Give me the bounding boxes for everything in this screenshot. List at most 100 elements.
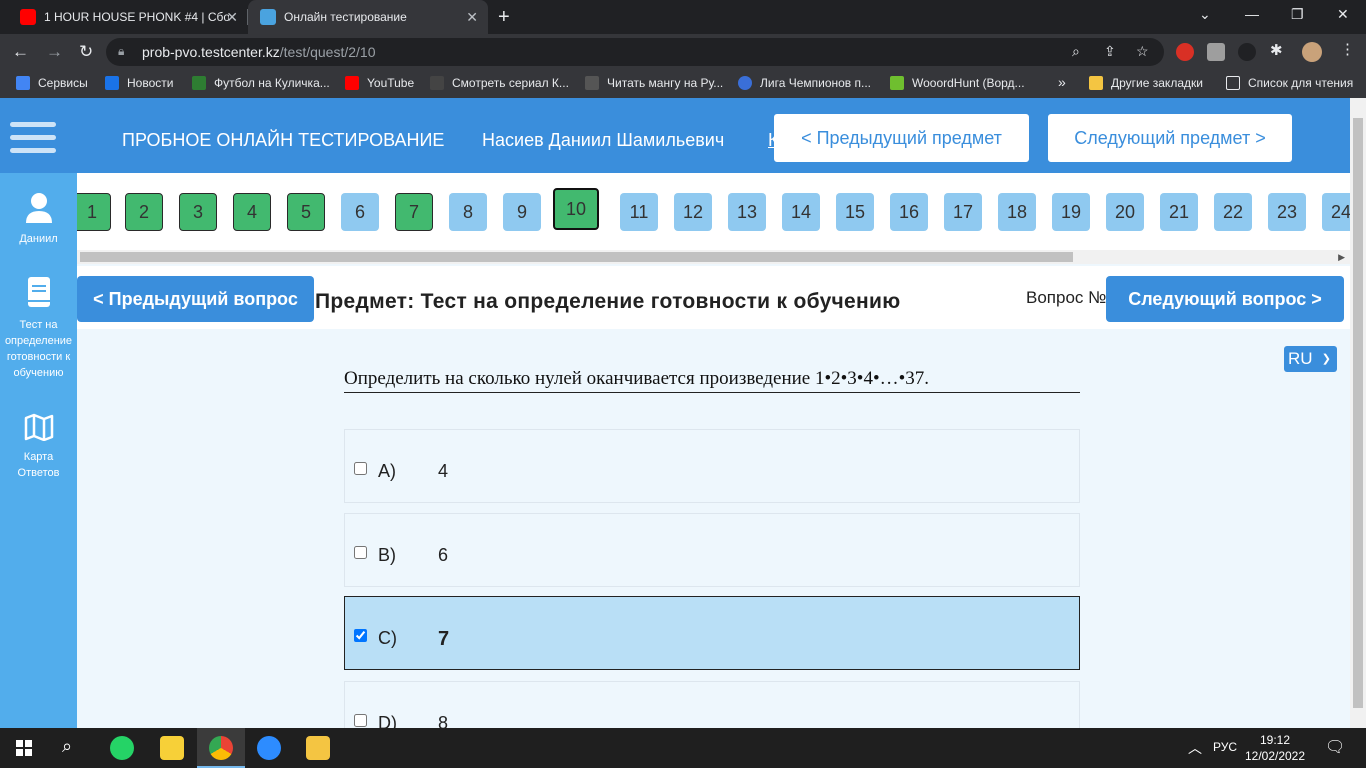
bookmark-champions[interactable]: Лига Чемпионов п... (738, 76, 871, 90)
question-number-button[interactable]: 9 (503, 193, 541, 231)
question-number-button[interactable]: 4 (233, 193, 271, 231)
file-explorer-icon[interactable] (306, 736, 330, 760)
question-number-button[interactable]: 8 (449, 193, 487, 231)
bookmark-wooordhunt[interactable]: WooordHunt (Ворд... (890, 76, 1025, 90)
bookmark-football[interactable]: Футбол на Куличка... (192, 76, 330, 90)
bookmark-star-icon[interactable]: ☆ (1136, 43, 1149, 60)
chrome-icon[interactable] (209, 736, 233, 760)
question-number-button[interactable]: 10 (553, 188, 599, 230)
profile-avatar[interactable] (1302, 42, 1322, 62)
vertical-scrollbar[interactable] (1350, 98, 1366, 728)
question-number-button[interactable]: 6 (341, 193, 379, 231)
question-number-button[interactable]: 3 (179, 193, 217, 231)
answer-checkbox[interactable] (354, 546, 367, 559)
tab-search-icon[interactable]: ⌄ (1199, 6, 1211, 23)
bookmark-news[interactable]: Новости (105, 76, 173, 90)
more-bookmarks[interactable]: » (1058, 74, 1066, 90)
question-number-button[interactable]: 22 (1214, 193, 1252, 231)
next-question-button[interactable]: Следующий вопрос > (1106, 276, 1344, 322)
minimize-icon[interactable]: — (1245, 6, 1259, 22)
zoom-icon[interactable]: ⌕ (1072, 43, 1080, 60)
new-tab-button[interactable]: + (498, 6, 510, 29)
wooordhunt-icon (890, 76, 904, 90)
input-language[interactable]: РУС (1213, 740, 1237, 754)
other-bookmarks[interactable]: Другие закладки (1089, 76, 1203, 90)
tab-testing[interactable]: Онлайн тестирование ✕ (248, 0, 488, 34)
question-number-button[interactable]: 17 (944, 193, 982, 231)
restore-icon[interactable]: ❐ (1291, 6, 1304, 23)
windows-start-icon[interactable] (16, 740, 32, 756)
sidebar-item-user[interactable]: Даниил (0, 191, 77, 245)
question-number-button[interactable]: 16 (890, 193, 928, 231)
horizontal-scrollbar[interactable]: ▶ (77, 250, 1350, 264)
forward-icon[interactable]: → (46, 42, 63, 62)
answer-option-d[interactable]: D) 8 (344, 681, 1080, 728)
scrollbar-thumb[interactable] (1353, 118, 1363, 708)
sticky-notes-icon[interactable] (160, 736, 184, 760)
question-number-button[interactable]: 14 (782, 193, 820, 231)
bookmark-serial[interactable]: Смотреть сериал К... (430, 76, 569, 90)
menu-icon[interactable]: ⋮ (1340, 40, 1358, 58)
reload-icon[interactable]: ↻ (79, 42, 93, 62)
language-select[interactable]: RU ❯ (1284, 346, 1337, 372)
question-number-button[interactable]: 19 (1052, 193, 1090, 231)
whatsapp-icon[interactable] (110, 736, 134, 760)
question-number-button[interactable]: 7 (395, 193, 433, 231)
question-number-button[interactable]: 13 (728, 193, 766, 231)
question-number-button[interactable]: 20 (1106, 193, 1144, 231)
notifications-icon[interactable]: 🗨︎ (1325, 737, 1345, 757)
adblock-icon[interactable] (1176, 43, 1194, 61)
share-icon[interactable]: ⇪ (1104, 43, 1116, 60)
question-number-button[interactable]: 18 (998, 193, 1036, 231)
search-icon[interactable]: ⌕ (62, 736, 72, 757)
user-name: Насиев Даниил Шамильевич (482, 130, 725, 150)
champions-icon (738, 76, 752, 90)
sidebar-item-answers-map[interactable]: Карта Ответов (0, 413, 77, 481)
answer-option-c[interactable]: C) 7 (344, 596, 1080, 670)
answer-checkbox[interactable] (354, 629, 367, 642)
answer-option-a[interactable]: A) 4 (344, 429, 1080, 503)
question-number-button[interactable]: 5 (287, 193, 325, 231)
sidebar-item-subject[interactable]: Тест на определение готовности к обучени… (0, 275, 77, 381)
question-number-button[interactable]: 24 (1322, 193, 1350, 231)
answer-checkbox[interactable] (354, 462, 367, 475)
close-tab-icon[interactable]: ✕ (226, 9, 238, 26)
reading-list-icon (1226, 76, 1240, 90)
tray-chevron-icon[interactable]: ︿ (1188, 738, 1202, 758)
answer-value: 7 (438, 628, 450, 650)
bookmark-services[interactable]: Сервисы (16, 76, 88, 90)
prev-subject-button[interactable]: < Предыдущий предмет (774, 114, 1029, 162)
question-number-button[interactable]: 21 (1160, 193, 1198, 231)
puzzle-icon[interactable]: ✱ (1270, 41, 1288, 59)
bookmark-manga[interactable]: Читать мангу на Ру... (585, 76, 723, 90)
cursor-extension-icon[interactable] (1238, 43, 1256, 61)
question-number-button[interactable]: 15 (836, 193, 874, 231)
zoom-app-icon[interactable] (257, 736, 281, 760)
hd-icon (430, 76, 444, 90)
address-bar[interactable]: 🔒︎ prob-pvo.testcenter.kz/test/quest/2/1… (106, 38, 1164, 66)
close-tab-icon[interactable]: ✕ (466, 9, 478, 26)
prev-question-button[interactable]: < Предыдущий вопрос (77, 276, 314, 322)
back-icon[interactable]: ← (12, 42, 29, 62)
answer-option-b[interactable]: B) 6 (344, 513, 1080, 587)
hamburger-menu-icon[interactable] (10, 122, 56, 161)
system-clock[interactable]: 19:12 12/02/2022 (1244, 732, 1306, 764)
reading-list[interactable]: Список для чтения (1226, 76, 1353, 90)
answer-checkbox[interactable] (354, 714, 367, 727)
question-number-button[interactable]: 2 (125, 193, 163, 231)
chevron-down-icon: ❯ (1321, 353, 1331, 365)
answer-letter: D) (378, 713, 397, 728)
browser-tab-strip: 1 HOUR HOUSE PHONK #4 | Сбо ✕ Онлайн тес… (0, 0, 1366, 34)
next-subject-button[interactable]: Следующий предмет > (1048, 114, 1292, 162)
extension-icon[interactable] (1207, 43, 1225, 61)
bookmark-youtube[interactable]: YouTube (345, 76, 414, 90)
question-number-button[interactable]: 11 (620, 193, 658, 231)
question-number-button[interactable]: 1 (77, 193, 111, 231)
sidebar-item-label: Даниил (19, 233, 58, 245)
question-number-button[interactable]: 23 (1268, 193, 1306, 231)
scroll-right-icon[interactable]: ▶ (1338, 252, 1345, 263)
scrollbar-thumb[interactable] (80, 252, 1073, 262)
question-number-button[interactable]: 12 (674, 193, 712, 231)
tab-youtube[interactable]: 1 HOUR HOUSE PHONK #4 | Сбо ✕ (8, 0, 248, 34)
close-window-icon[interactable]: ✕ (1337, 6, 1349, 23)
